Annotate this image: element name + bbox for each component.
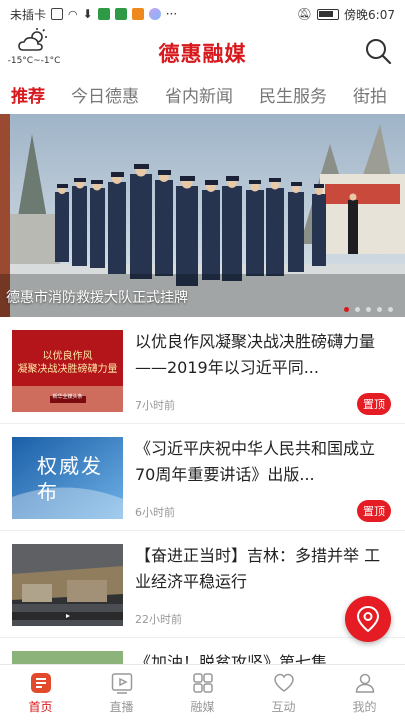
tab-street-photo[interactable]: 街拍 [340,82,400,107]
news-list: 以优良作风 凝聚决战决胜磅礴力量 新华全媒头条 以优良作风凝聚决战决胜磅礴力量—… [0,317,405,720]
carousel-dot[interactable] [377,307,382,312]
battery-icon [317,8,340,20]
nav-media-label: 融媒 [190,700,215,714]
app-header: -15°C~-1°C 德惠融媒 [0,28,405,74]
app-title: 德惠融媒 [158,42,247,66]
tab-public-service[interactable]: 民生服务 [246,82,340,107]
hero-banner[interactable]: 德惠市消防救援大队正式挂牌 [0,114,405,317]
nav-interact-label: 互动 [271,700,296,714]
heart-icon [273,673,294,692]
nav-home[interactable]: 首页 [0,665,81,720]
carousel-dots [344,307,393,312]
thumbnail-headline: 以优良作风 凝聚决战决胜磅礴力量 [17,351,118,375]
nav-profile[interactable]: 我的 [324,665,405,720]
media-icon [192,673,213,693]
app-notification-icon-2 [114,8,127,20]
pinned-badge: 置顶 [357,500,391,522]
news-thumbnail [12,544,123,626]
news-title: 《习近平庆祝中华人民共和国成立70周年重要讲话》出版... [135,439,376,484]
nav-home-label: 首页 [28,700,53,714]
clock: 傍晚6:07 [344,7,395,22]
news-time: 6小时前 [135,506,175,519]
more-notifications-icon: ··· [165,7,178,21]
news-thumbnail: 权威发布 [12,437,123,519]
carousel-dot[interactable] [355,307,360,312]
channel-tabs: 推荐 今日德惠 省内新闻 民生服务 街拍 [0,74,405,114]
home-icon [30,673,51,693]
tab-dehui-today[interactable]: 今日德惠 [58,82,152,107]
sim-icon [51,8,64,20]
sim-status-text: 未插卡 [10,7,47,22]
location-pin-icon [356,606,380,632]
nav-live[interactable]: 直播 [81,665,162,720]
nav-media[interactable]: 融媒 [162,665,243,720]
news-item[interactable]: 权威发布 《习近平庆祝中华人民共和国成立70周年重要讲话》出版... 6小时前 … [0,424,405,531]
nav-live-label: 直播 [109,700,134,714]
status-bar: 未插卡 ◠ ⬇ ··· 🔕︎ 傍晚6:07 [0,0,405,28]
news-thumbnail: 以优良作风 凝聚决战决胜磅礴力量 新华全媒头条 [12,330,123,412]
search-button[interactable] [363,36,393,66]
profile-icon [355,673,374,693]
news-title: 以优良作风凝聚决战决胜磅礴力量——2019年以习近平同... [135,332,376,377]
thumbnail-headline: 权威发布 [37,454,103,504]
app-notification-icon [97,8,110,20]
carousel-dot[interactable] [388,307,393,312]
live-icon [111,673,132,694]
carousel-dot[interactable] [344,307,349,312]
hero-caption: 德惠市消防救援大队正式挂牌 [6,290,188,306]
wifi-icon: ◠ [68,7,78,21]
carousel-dot[interactable] [366,307,371,312]
news-item[interactable]: 以优良作风 凝聚决战决胜磅礴力量 新华全媒头条 以优良作风凝聚决战决胜磅礴力量—… [0,317,405,424]
location-button[interactable] [345,596,391,642]
news-time: 22小时前 [135,613,182,626]
nav-interact[interactable]: 互动 [243,665,324,720]
tab-provincial-news[interactable]: 省内新闻 [152,82,246,107]
app-notification-icon-3 [148,8,161,20]
news-time: 7小时前 [135,399,175,412]
pinned-badge: 置顶 [357,393,391,415]
download-icon: ⬇ [82,7,93,21]
thumbnail-source: 新华全媒头条 [52,394,83,400]
tab-recommend[interactable]: 推荐 [0,82,58,107]
search-icon [366,39,392,65]
news-title: 【奋进正当时】吉林：多措并举 工业经济平稳运行 [135,546,381,591]
bottom-nav: 首页 直播 融媒 互动 我的 [0,664,405,720]
mute-icon: 🔕︎ [296,7,313,21]
nav-profile-label: 我的 [352,700,377,714]
video-notification-icon [131,8,144,20]
